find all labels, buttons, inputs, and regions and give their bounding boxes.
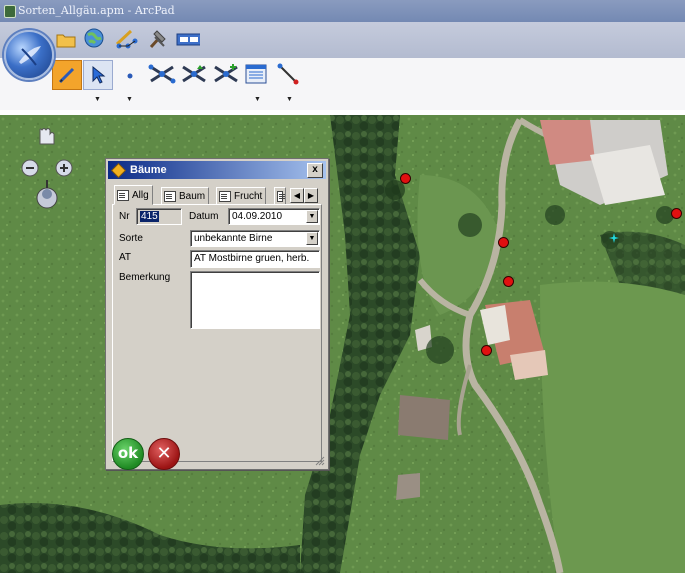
tree-point-marker[interactable]: [400, 173, 411, 184]
at-label: AT: [119, 252, 132, 263]
tab-form-icon: [117, 189, 129, 201]
window-title-bar: Sorten_Allgäu.apm - ArcPad: [0, 0, 685, 22]
tab-allg[interactable]: Allg: [114, 185, 153, 205]
tab-frucht[interactable]: Frucht: [216, 187, 267, 205]
select-arrow-icon[interactable]: [83, 60, 113, 90]
table-dropdown-icon[interactable]: ▼: [254, 96, 261, 103]
tab-label: Frucht: [234, 190, 263, 202]
add-vertex-icon[interactable]: [212, 62, 240, 86]
edit-tools-icon[interactable]: [114, 27, 138, 51]
resize-grip-icon[interactable]: [315, 456, 325, 466]
tab-label: Baum: [179, 190, 206, 202]
folder-icon[interactable]: [54, 28, 78, 52]
tab-form-icon: [277, 190, 285, 202]
zoom-in-icon[interactable]: [55, 159, 73, 177]
line-tool-icon[interactable]: [276, 62, 300, 86]
barn-building: [398, 395, 450, 440]
zoom-out-icon[interactable]: [21, 159, 39, 177]
map-view[interactable]: [0, 115, 685, 573]
nr-field[interactable]: 415: [136, 208, 182, 225]
gps-position-icon[interactable]: [36, 180, 58, 209]
edit-toolbar: ▼ ▼ ▼ ▼: [0, 58, 685, 110]
sorte-dropdown-icon[interactable]: ▼: [306, 232, 318, 245]
tab-baum[interactable]: Baum: [161, 187, 210, 205]
pan-hand-icon[interactable]: [39, 128, 55, 145]
bemerkung-textarea[interactable]: [190, 271, 320, 329]
dialog-close-button[interactable]: x: [307, 163, 323, 178]
at-field[interactable]: AT Mostbirne gruen, herb.: [190, 250, 320, 268]
pencil-icon[interactable]: [52, 60, 82, 90]
toolbar-area: ▼ ▼ ▼ ▼: [0, 22, 685, 110]
cancel-button[interactable]: ✕: [148, 438, 180, 470]
tree-point-marker[interactable]: [671, 208, 682, 219]
ok-button[interactable]: ok: [112, 438, 144, 470]
vertex-edit-icon[interactable]: [148, 62, 176, 86]
tree-point-marker[interactable]: [498, 237, 509, 248]
datum-dropdown-icon[interactable]: ▼: [306, 210, 318, 223]
tab-label: Allg: [132, 189, 149, 201]
datum-label: Datum: [189, 211, 219, 222]
window-title: Sorten_Allgäu.apm - ArcPad: [18, 4, 175, 17]
selected-point-marker[interactable]: [609, 230, 619, 243]
tab-scroll-right-icon[interactable]: ▶: [304, 188, 318, 203]
main-toolbar: [0, 22, 685, 58]
dialog-title-bar[interactable]: Bäume x: [108, 161, 326, 179]
select-dropdown-icon[interactable]: ▼: [126, 96, 133, 103]
tab-more[interactable]: [274, 187, 286, 205]
point-icon[interactable]: [118, 64, 142, 88]
pencil-dropdown-icon[interactable]: ▼: [94, 96, 101, 103]
datum-field[interactable]: 04.09.2010 ▼: [228, 208, 320, 225]
move-vertex-icon[interactable]: [180, 62, 208, 86]
app-icon: [4, 5, 16, 18]
globe-icon[interactable]: [82, 26, 106, 50]
sorte-label: Sorte: [119, 233, 143, 244]
sorte-select[interactable]: unbekannte Birne ▼: [190, 230, 320, 247]
shed-building: [396, 473, 420, 500]
tab-form-icon: [164, 190, 176, 202]
nr-value: 415: [140, 211, 159, 222]
tree-point-marker[interactable]: [503, 276, 514, 287]
line-dropdown-icon[interactable]: ▼: [286, 96, 293, 103]
nr-label: Nr: [119, 211, 130, 222]
scale-bar-icon[interactable]: [176, 27, 200, 51]
dialog-title: Bäume: [130, 164, 167, 176]
arcpad-menu-button[interactable]: [4, 30, 54, 80]
hammer-icon[interactable]: [146, 27, 170, 51]
attribute-table-icon[interactable]: [244, 62, 268, 86]
layer-diamond-icon: [111, 163, 126, 178]
datum-value: 04.09.2010: [232, 211, 283, 222]
tab-scroll-left-icon[interactable]: ◀: [290, 188, 304, 203]
map-navigation-widget: [20, 128, 76, 212]
sorte-value: unbekannte Birne: [194, 233, 273, 244]
feature-form-dialog: Bäume x Allg Baum Frucht ◀ ▶ Nr 415 Datu…: [105, 158, 329, 470]
at-value: AT Mostbirne gruen, herb.: [194, 253, 310, 264]
tab-form-icon: [219, 190, 231, 202]
bemerkung-label: Bemerkung: [119, 272, 171, 283]
tree-point-marker[interactable]: [481, 345, 492, 356]
